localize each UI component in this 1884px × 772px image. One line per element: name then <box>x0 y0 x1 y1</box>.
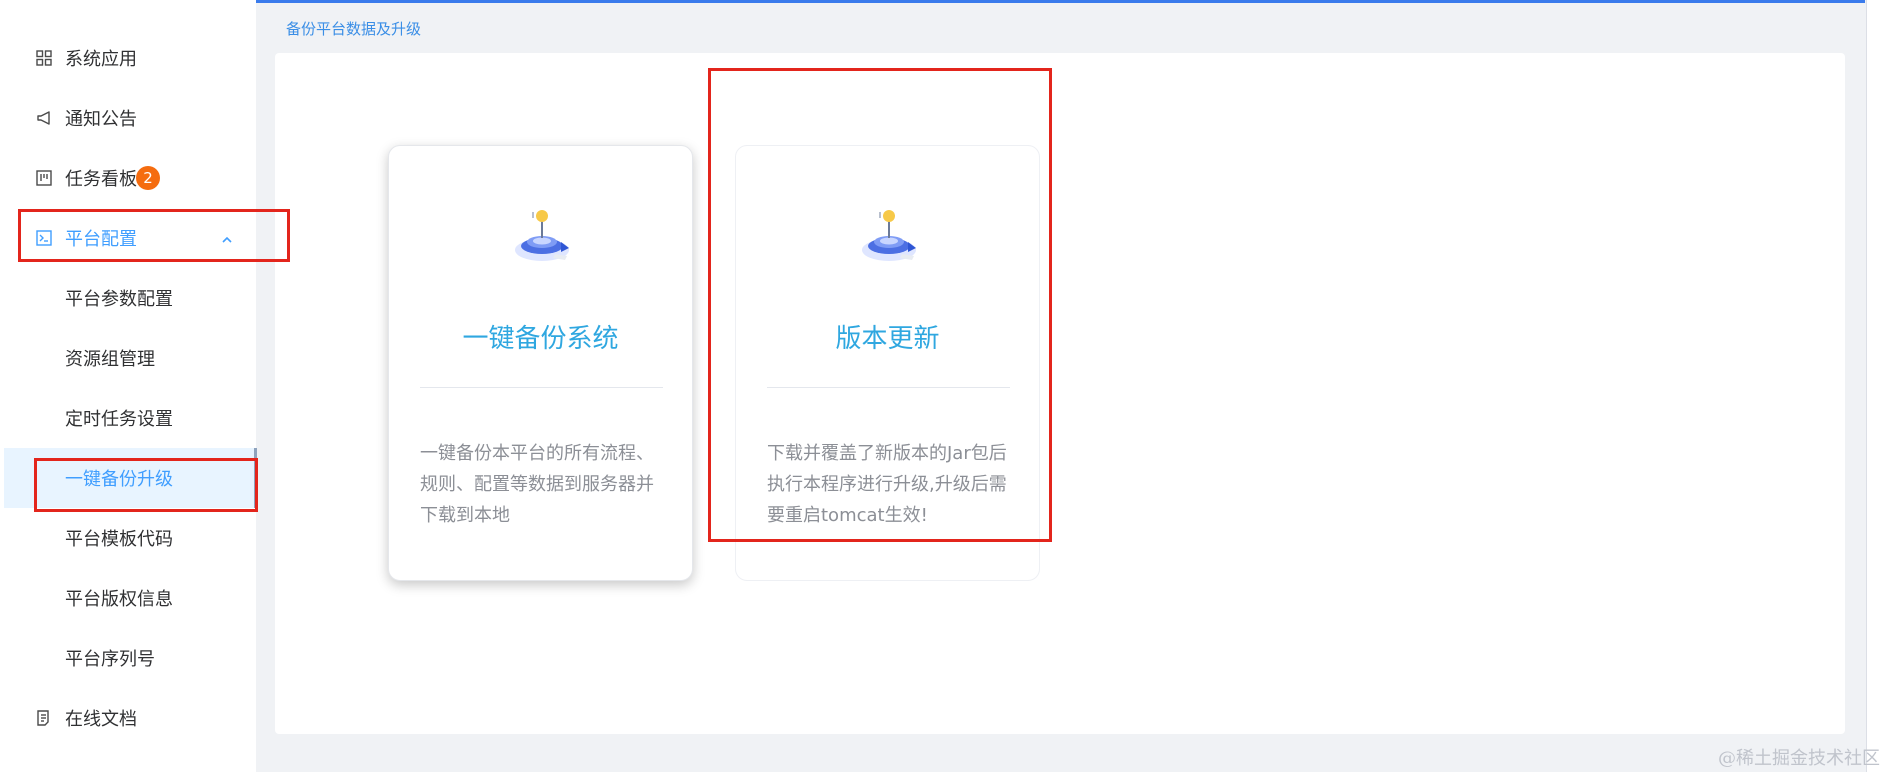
version-update-card[interactable]: 版本更新 下载并覆盖了新版本的Jar包后执行本程序进行升级,升级后需要重启tom… <box>735 145 1040 581</box>
scrollbar-track[interactable] <box>1866 0 1884 772</box>
sidebar-item-system-apps[interactable]: 系统应用 <box>0 28 256 88</box>
sidebar-item-task-board[interactable]: 任务看板 2 <box>0 148 256 208</box>
sidebar-item-platform-config[interactable]: 平台配置 <box>0 208 256 268</box>
terminal-icon <box>35 229 53 247</box>
submenu-item-label: 定时任务设置 <box>65 409 173 430</box>
submenu-item-backup-upgrade[interactable]: 一键备份升级 <box>4 448 257 508</box>
card-divider <box>767 387 1010 388</box>
submenu-item-label: 平台参数配置 <box>65 289 173 310</box>
sidebar-item-online-docs[interactable]: 在线文档 <box>0 688 256 748</box>
sidebar-item-label: 系统应用 <box>65 49 137 70</box>
submenu-item-label: 资源组管理 <box>65 349 155 370</box>
kanban-icon <box>35 169 53 187</box>
sidebar-item-label: 在线文档 <box>65 709 137 730</box>
document-icon <box>35 709 53 727</box>
card-title: 版本更新 <box>835 324 940 354</box>
submenu-item-label: 平台模板代码 <box>65 529 173 550</box>
breadcrumb: 备份平台数据及升级 <box>286 20 422 38</box>
top-accent-bar <box>0 0 1865 3</box>
sidebar: 系统应用 通知公告 任务看板 2 平台配置 平台参数配置 资源组管理 定时任务设… <box>0 0 257 772</box>
submenu-item-label: 一键备份升级 <box>65 469 173 490</box>
notification-badge: 2 <box>136 166 160 190</box>
card-title: 一键备份系统 <box>462 324 619 354</box>
card-divider <box>420 387 663 388</box>
submenu-item-platform-params[interactable]: 平台参数配置 <box>0 268 256 328</box>
main-content-panel: 一键备份系统 一键备份本平台的所有流程、规则、配置等数据到服务器并下载到本地 版… <box>275 53 1845 734</box>
submenu-item-resource-groups[interactable]: 资源组管理 <box>0 328 256 388</box>
card-description: 下载并覆盖了新版本的Jar包后执行本程序进行升级,升级后需要重启tomcat生效… <box>767 443 1007 526</box>
submenu-item-label: 平台版权信息 <box>65 589 173 610</box>
sidebar-item-label: 任务看板 <box>65 169 137 190</box>
sidebar-item-label: 平台配置 <box>65 229 137 250</box>
card-description: 一键备份本平台的所有流程、规则、配置等数据到服务器并下载到本地 <box>420 443 654 526</box>
backup-system-card[interactable]: 一键备份系统 一键备份本平台的所有流程、规则、配置等数据到服务器并下载到本地 <box>388 145 693 581</box>
submenu-item-copyright[interactable]: 平台版权信息 <box>0 568 256 628</box>
submenu-item-templates[interactable]: 平台模板代码 <box>0 508 256 568</box>
backup-illustration-icon <box>515 210 569 261</box>
update-illustration-icon <box>862 210 916 261</box>
megaphone-icon <box>35 109 53 127</box>
watermark: @稀土掘金技术社区 <box>1718 748 1880 769</box>
submenu-item-label: 平台序列号 <box>65 649 155 670</box>
chevron-up-icon[interactable] <box>220 231 234 245</box>
submenu-item-scheduled-tasks[interactable]: 定时任务设置 <box>0 388 256 448</box>
submenu-item-serial-number[interactable]: 平台序列号 <box>0 628 256 688</box>
grid-icon <box>35 49 53 67</box>
sidebar-item-notices[interactable]: 通知公告 <box>0 88 256 148</box>
sidebar-item-label: 通知公告 <box>65 109 137 130</box>
